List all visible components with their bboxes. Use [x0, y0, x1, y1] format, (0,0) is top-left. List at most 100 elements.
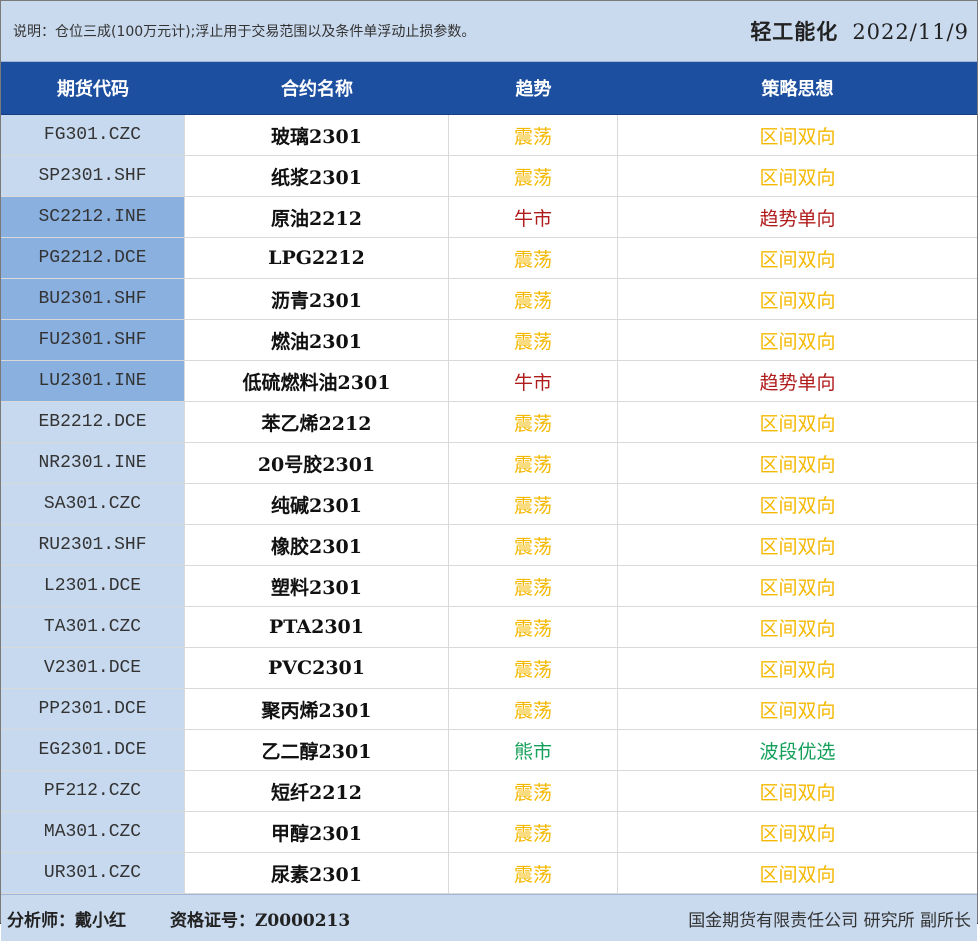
contract-name-cell: 沥青2301	[185, 279, 449, 319]
contract-name-cell: 低硫燃料油2301	[185, 361, 449, 401]
table-row: EG2301.DCE 乙二醇2301 熊市 波段优选	[1, 730, 977, 771]
table-body: FG301.CZC 玻璃2301 震荡 区间双向 SP2301.SHF 纸浆2301 震荡区…	[1, 115, 977, 894]
contract-code-cell: SA301.CZC	[1, 484, 185, 524]
contract-name-cell: PVC2301	[185, 648, 449, 688]
note-text: 说明：仓位三成(100万元计);浮止用于交易范围以及条件单浮动止损参数。	[13, 24, 476, 40]
contract-name-cell: 20号胶2301	[185, 443, 449, 483]
trend-cell: 震荡	[449, 156, 618, 196]
contract-name-cell: 纸浆2301	[185, 156, 449, 196]
table-row: EB2212.DCE 苯乙烯2212 震荡 区间双向	[1, 402, 977, 443]
header-strategy: 策略思想	[761, 79, 834, 100]
contract-name-cell: 燃油2301	[185, 320, 449, 360]
strategy-cell: 趋势单向	[759, 371, 836, 394]
strategy-cell: 区间双向	[759, 330, 836, 353]
strategy-cell: 区间双向	[759, 699, 836, 722]
strategy-cell: 区间双向	[759, 494, 836, 517]
trend-cell: 震荡	[449, 812, 618, 852]
sheet-title: 轻工能化 2022/11/9	[750, 16, 977, 46]
trend-cell: 震荡	[449, 279, 618, 319]
table-row: NR2301.INE 20号胶2301 震荡 区间双向	[1, 443, 977, 484]
contract-code-cell: L2301.DCE	[1, 566, 185, 606]
table-row: TA301.CZC PTA2301 震荡 区间双向	[1, 607, 977, 648]
table-row: SA301.CZC 纯碱2301 震荡 区间双向	[1, 484, 977, 525]
contract-code-cell: V2301.DCE	[1, 648, 185, 688]
contract-name-cell: 短纤2212	[185, 771, 449, 811]
trend-cell: 震荡	[449, 484, 618, 524]
header-name: 合约名称	[281, 79, 353, 100]
trend-cell: 震荡	[449, 115, 618, 155]
strategy-cell: 区间双向	[759, 822, 836, 845]
contract-code-cell: FU2301.SHF	[1, 320, 185, 360]
contract-code-cell: FG301.CZC	[1, 115, 185, 155]
company-text: 国金期货有限责任公司 研究所 副所长	[688, 910, 971, 931]
trend-cell: 熊市	[449, 730, 618, 770]
table-row: PG2212.DCE LPG2212 震荡 区间双向	[1, 238, 977, 279]
table-row: FG301.CZC 玻璃2301 震荡 区间双向	[1, 115, 977, 156]
footer-left: 分析师：戴小红 资格证号：Z0000213	[1, 906, 350, 931]
contract-code-cell: MA301.CZC	[1, 812, 185, 852]
table-row: RU2301.SHF 橡胶2301 震荡 区间双向	[1, 525, 977, 566]
contract-code-cell: SC2212.INE	[1, 197, 185, 237]
contract-name-cell: 塑料2301	[185, 566, 449, 606]
footer-bar: 分析师：戴小红 资格证号：Z0000213 国金期货有限责任公司 研究所 副所长	[1, 894, 977, 941]
table-row: V2301.DCE PVC2301 震荡 区间双向	[1, 648, 977, 689]
strategy-cell: 区间双向	[759, 535, 836, 558]
contract-name-cell: PTA2301	[185, 607, 449, 647]
strategy-cell: 区间双向	[759, 289, 836, 312]
table-row: PF212.CZC 短纤2212 震荡 区间双向	[1, 771, 977, 812]
table-row: BU2301.SHF 沥青2301 震荡 区间双向	[1, 279, 977, 320]
top-bar: 说明：仓位三成(100万元计);浮止用于交易范围以及条件单浮动止损参数。 轻工能…	[1, 1, 977, 62]
contract-name-cell: 原油2212	[185, 197, 449, 237]
strategy-cell: 区间双向	[759, 248, 836, 271]
trend-cell: 震荡	[449, 648, 618, 688]
contract-name-cell: 乙二醇2301	[185, 730, 449, 770]
contract-name-cell: LPG2212	[185, 238, 449, 278]
contract-code-cell: LU2301.INE	[1, 361, 185, 401]
strategy-sheet: 说明：仓位三成(100万元计);浮止用于交易范围以及条件单浮动止损参数。 轻工能…	[0, 0, 978, 941]
contract-code-cell: SP2301.SHF	[1, 156, 185, 196]
header-trend: 趋势	[515, 79, 552, 100]
contract-name-cell: 甲醇2301	[185, 812, 449, 852]
strategy-cell: 区间双向	[759, 781, 836, 804]
trend-cell: 震荡	[449, 566, 618, 606]
contract-name-cell: 苯乙烯2212	[185, 402, 449, 442]
strategy-cell: 区间双向	[759, 576, 836, 599]
contract-code-cell: PG2212.DCE	[1, 238, 185, 278]
table-row: LU2301.INE 低硫燃料油2301 牛市 趋势单向	[1, 361, 977, 402]
contract-code-cell: TA301.CZC	[1, 607, 185, 647]
contract-name-cell: 橡胶2301	[185, 525, 449, 565]
trend-cell: 震荡	[449, 771, 618, 811]
trend-cell: 震荡	[449, 320, 618, 360]
strategy-cell: 区间双向	[759, 658, 836, 681]
contract-code-cell: EB2212.DCE	[1, 402, 185, 442]
trend-cell: 牛市	[449, 361, 618, 401]
trend-cell: 震荡	[449, 853, 618, 893]
strategy-cell: 趋势单向	[759, 207, 836, 230]
table-row: MA301.CZC 甲醇2301 震荡 区间双向	[1, 812, 977, 853]
contract-code-cell: BU2301.SHF	[1, 279, 185, 319]
license-text: 资格证号：Z0000213	[170, 910, 351, 931]
trend-cell: 震荡	[449, 443, 618, 483]
table-header: 期货代码 合约名称 趋势 策略思想	[1, 62, 977, 115]
contract-name-cell: 尿素2301	[185, 853, 449, 893]
trend-cell: 震荡	[449, 525, 618, 565]
header-code: 期货代码	[57, 79, 129, 100]
date-text: 2022/11/9	[852, 20, 969, 44]
contract-name-cell: 玻璃2301	[185, 115, 449, 155]
trend-cell: 牛市	[449, 197, 618, 237]
analyst-text: 分析师：戴小红	[7, 910, 126, 931]
table-row: PP2301.DCE 聚丙烯2301 震荡 区间双向	[1, 689, 977, 730]
contract-name-cell: 聚丙烯2301	[185, 689, 449, 729]
title-text: 轻工能化	[750, 19, 839, 44]
contract-code-cell: UR301.CZC	[1, 853, 185, 893]
trend-cell: 震荡	[449, 607, 618, 647]
trend-cell: 震荡	[449, 238, 618, 278]
table-row: SC2212.INE 原油2212 牛市 趋势单向	[1, 197, 977, 238]
trend-cell: 震荡	[449, 402, 618, 442]
contract-name-cell: 纯碱2301	[185, 484, 449, 524]
strategy-cell: 区间双向	[759, 617, 836, 640]
strategy-cell: 区间双向	[759, 453, 836, 476]
contract-code-cell: RU2301.SHF	[1, 525, 185, 565]
table-row: L2301.DCE 塑料2301 震荡 区间双向	[1, 566, 977, 607]
table-row: FU2301.SHF 燃油2301 震荡 区间双向	[1, 320, 977, 361]
